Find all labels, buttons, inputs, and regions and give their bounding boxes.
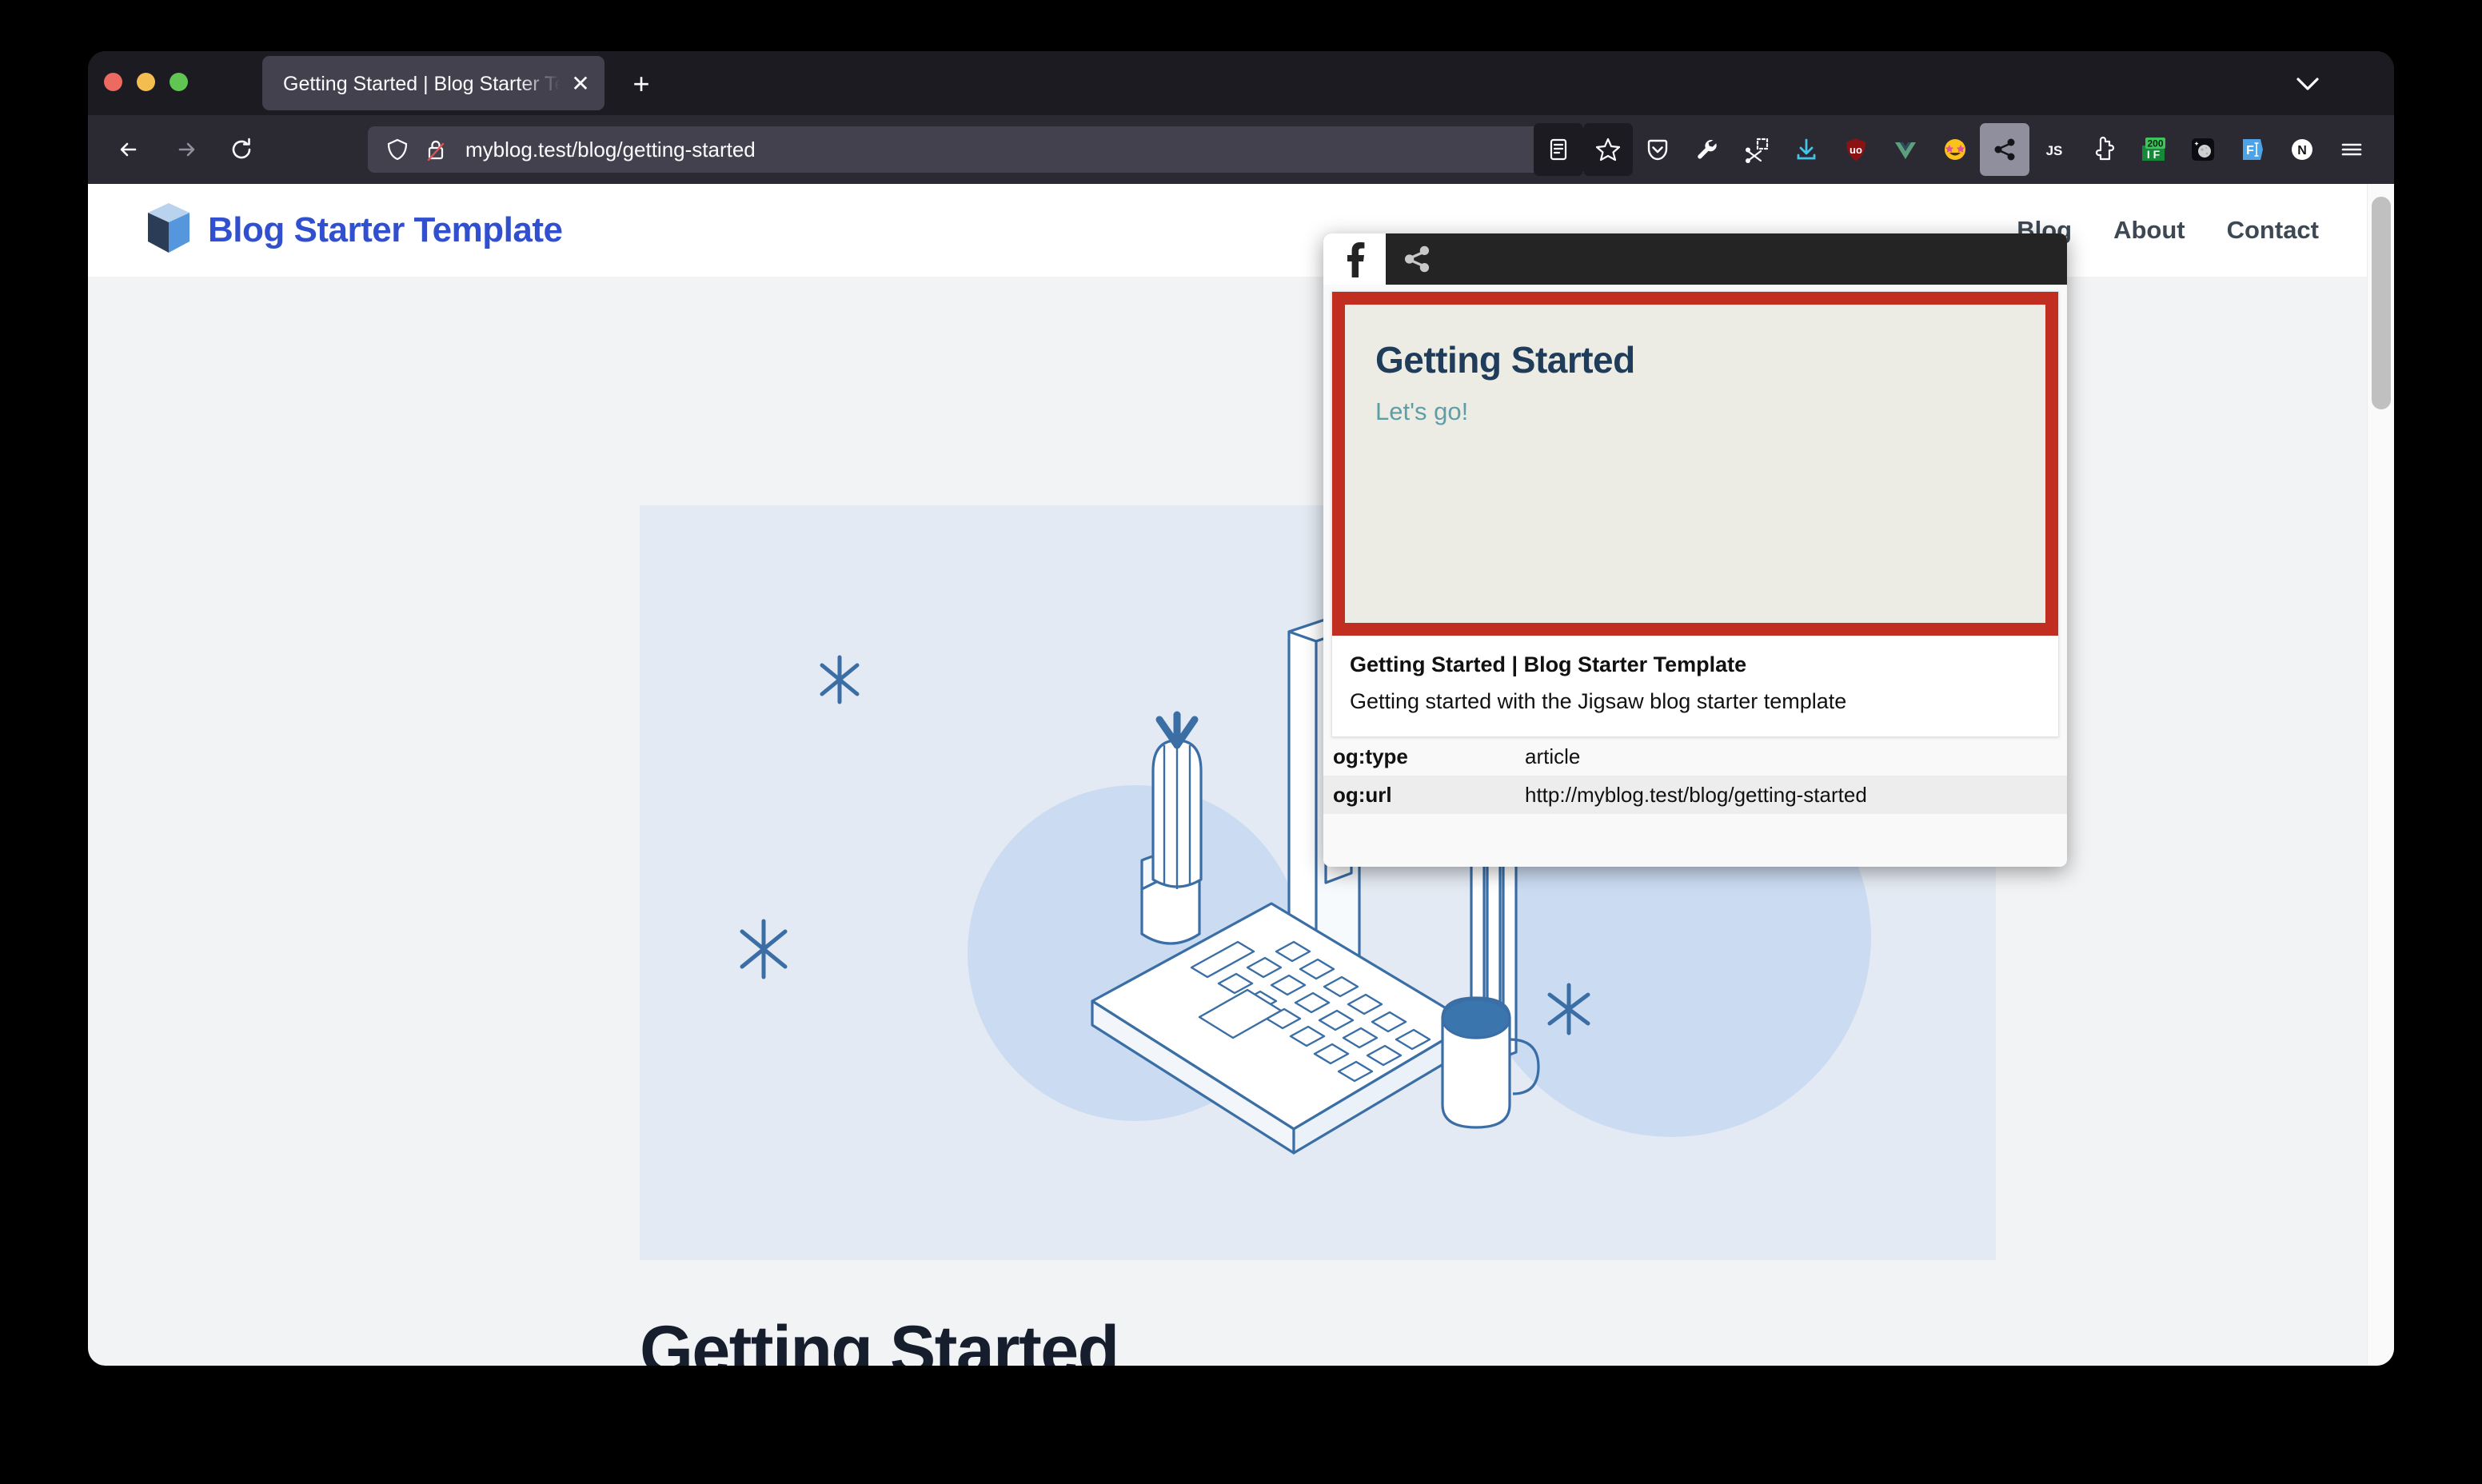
nav-link-contact[interactable]: Contact [2227, 216, 2319, 245]
og-image-subheading: Let's go! [1375, 397, 1469, 425]
vue-devtools-icon[interactable] [1881, 123, 1930, 176]
share-preview-icon[interactable] [1980, 123, 2029, 176]
cube-logo-icon [146, 201, 192, 260]
maximize-window-button[interactable] [170, 73, 188, 91]
hamburger-menu-icon[interactable] [2327, 123, 2376, 176]
new-tab-button[interactable]: + [625, 69, 657, 101]
tab-strip: Getting Started | Blog Starter Template … [88, 51, 2394, 115]
http-status-200-icon[interactable]: I F 200 [2129, 123, 2178, 176]
og-value: article [1525, 744, 1581, 768]
star-eyes-emoji-icon[interactable] [1930, 123, 1980, 176]
bookmark-star-icon[interactable] [1583, 123, 1633, 176]
ublock-origin-icon[interactable]: uo [1831, 123, 1881, 176]
dark-mode-moon-icon[interactable] [2178, 123, 2228, 176]
svg-text:JS: JS [2046, 143, 2063, 158]
pocket-icon[interactable] [1633, 123, 1682, 176]
brand-name: Blog Starter Template [208, 210, 563, 249]
page-scrollbar[interactable] [2367, 184, 2394, 1366]
forward-arrow-icon[interactable] [163, 127, 208, 172]
page-title: Getting Started [640, 1312, 1119, 1366]
tab-share[interactable] [1386, 233, 1448, 285]
browser-window: Getting Started | Blog Starter Template … [88, 51, 2394, 1366]
nav-link-about[interactable]: About [2113, 216, 2185, 245]
og-value: http://myblog.test/blog/getting-started [1525, 782, 1867, 807]
reader-mode-icon[interactable] [1534, 123, 1583, 176]
tab-title: Getting Started | Blog Starter Template [283, 73, 563, 95]
table-row[interactable]: og:type article [1323, 737, 2067, 776]
og-image-inner: Getting Started Let's go! [1345, 305, 2045, 623]
table-row[interactable]: og:url http://myblog.test/blog/getting-s… [1323, 776, 2067, 814]
tab-facebook[interactable] [1323, 233, 1386, 285]
notion-icon[interactable]: N [2277, 123, 2327, 176]
chevron-down-icon[interactable] [2293, 72, 2322, 96]
svg-text:F: F [2246, 144, 2254, 158]
back-arrow-icon[interactable] [107, 127, 152, 172]
og-title: Getting Started | Blog Starter Template [1350, 652, 1747, 676]
og-key: og:type [1333, 744, 1408, 768]
close-window-button[interactable] [104, 73, 122, 91]
toolbar-icon-group: uo JS I F 200 F N [1534, 123, 2376, 176]
url-text: myblog.test/blog/getting-started [465, 138, 756, 162]
popup-tab-bar [1323, 233, 2067, 285]
svg-text:200: 200 [2147, 138, 2163, 150]
download-icon[interactable] [1782, 123, 1831, 176]
scissors-screenshot-icon[interactable] [1732, 123, 1782, 176]
og-preview-card: Getting Started Let's go! Getting Starte… [1331, 291, 2059, 737]
og-meta-block: Getting Started | Blog Starter Template … [1332, 636, 2058, 736]
javascript-toggle-icon[interactable]: JS [2029, 123, 2079, 176]
og-image-heading: Getting Started [1375, 339, 1635, 381]
font-inspector-icon[interactable]: F [2228, 123, 2277, 176]
share-preview-popup: Getting Started Let's go! Getting Starte… [1323, 233, 2067, 867]
shield-icon[interactable] [384, 136, 411, 163]
og-image-preview: Getting Started Let's go! [1332, 292, 2058, 636]
navigation-toolbar: myblog.test/blog/getting-started uo JS I… [88, 115, 2394, 184]
brand-link[interactable]: Blog Starter Template [146, 201, 563, 260]
browser-tab[interactable]: Getting Started | Blog Starter Template … [262, 56, 605, 110]
minimize-window-button[interactable] [137, 73, 155, 91]
window-controls [104, 73, 188, 91]
scrollbar-thumb[interactable] [2372, 197, 2391, 409]
og-key: og:url [1333, 782, 1392, 807]
close-tab-icon[interactable]: ✕ [568, 71, 593, 97]
svg-text:N: N [2297, 144, 2307, 158]
url-bar[interactable]: myblog.test/blog/getting-started [368, 126, 1591, 173]
puzzle-extension-icon[interactable] [2079, 123, 2129, 176]
reload-icon[interactable] [219, 127, 264, 172]
og-description: Getting started with the Jigsaw blog sta… [1350, 689, 1847, 713]
broken-lock-icon[interactable] [422, 136, 449, 163]
svg-text:uo: uo [1850, 144, 1862, 156]
wrench-icon[interactable] [1682, 123, 1732, 176]
svg-text:I F: I F [2147, 148, 2161, 161]
og-properties-table: og:type article og:url http://myblog.tes… [1323, 737, 2067, 814]
